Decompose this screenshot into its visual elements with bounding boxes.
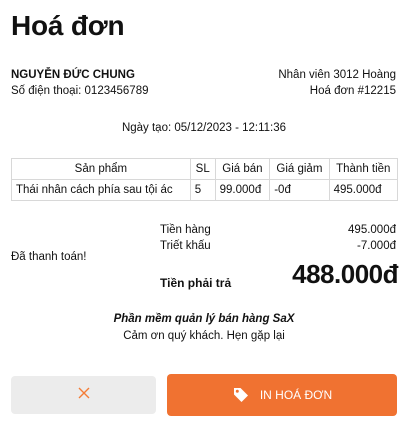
staff-name: Nhân viên 3012 Hoàng — [278, 69, 396, 81]
subtotal-value: 495.000đ — [348, 224, 396, 236]
close-icon — [78, 386, 90, 404]
total-label: Tiền phải trả — [160, 276, 232, 290]
footer-thanks: Cảm ơn quý khách. Hẹn gặp lại — [123, 330, 285, 342]
cell-discount: -0đ — [269, 179, 330, 201]
column-header-price: Giá bán — [214, 158, 271, 180]
table-header-row: Sản phẩm SL Giá bán Giá giảm Thành tiền — [11, 158, 399, 180]
cell-product: Thái nhân cách phía sau tội ác — [11, 179, 191, 201]
cell-price: 99.000đ — [214, 179, 271, 201]
created-date: Ngày tạo: 05/12/2023 - 12:11:36 — [121, 122, 287, 134]
paid-status: Đã thanh toán! — [11, 251, 87, 263]
total-value: 488.000đ — [292, 259, 398, 289]
customer-phone: Số điện thoại: 0123456789 — [11, 85, 149, 97]
cancel-button[interactable] — [11, 376, 156, 414]
column-header-qty: SL — [189, 158, 216, 180]
cell-qty: 5 — [189, 179, 216, 201]
print-invoice-button[interactable]: IN HOÁ ĐƠN — [167, 374, 397, 416]
discount-label: Triết khấu — [160, 240, 211, 252]
table-row: Thái nhân cách phía sau tội ác 5 99.000đ… — [11, 179, 399, 201]
tag-icon — [232, 386, 250, 404]
items-table: Sản phẩm SL Giá bán Giá giảm Thành tiền … — [11, 158, 399, 201]
footer-brand: Phần mềm quản lý bán hàng SaX — [113, 313, 295, 325]
discount-value: -7.000đ — [356, 240, 396, 252]
column-header-product: Sản phẩm — [11, 158, 191, 180]
customer-name: NGUYỄN ĐỨC CHUNG — [11, 69, 135, 81]
subtotal-label: Tiền hàng — [160, 224, 211, 236]
invoice-number: Hoá đơn #12215 — [309, 85, 396, 97]
column-header-total: Thành tiền — [328, 158, 399, 180]
print-button-label: IN HOÁ ĐƠN — [259, 388, 333, 402]
cell-total: 495.000đ — [328, 179, 399, 201]
column-header-discount: Giá giảm — [269, 158, 330, 180]
page-title: Hoá đơn — [11, 10, 125, 41]
